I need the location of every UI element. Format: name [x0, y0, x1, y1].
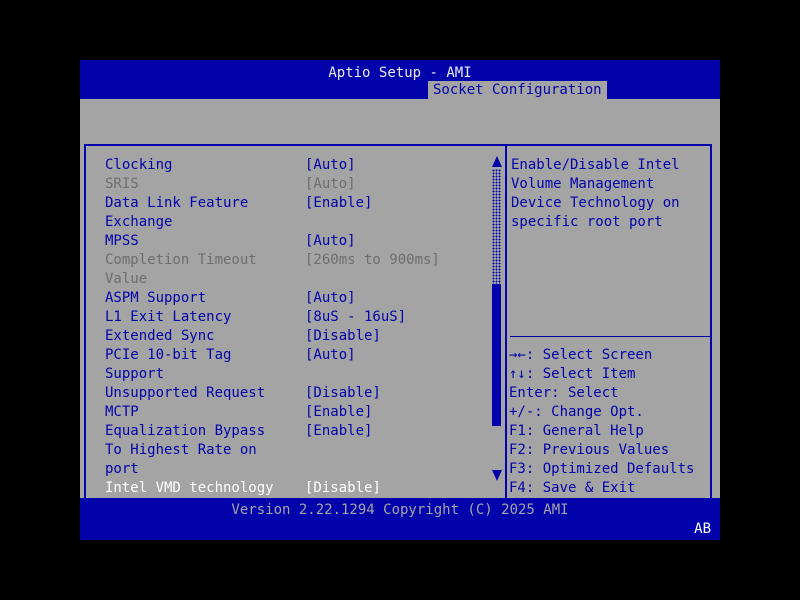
setting-row[interactable]: Unsupported Request [Disable] — [105, 384, 497, 403]
setting-row[interactable]: PCIe 10-bit Tag Support [Auto] — [105, 346, 497, 384]
setting-value: [Auto] — [305, 290, 356, 306]
setting-label: ASPM Support — [105, 290, 207, 306]
setting-row[interactable]: Equalization Bypass To Highest Rate on p… — [105, 422, 497, 479]
setting-label: Completion Timeout Value — [105, 252, 257, 287]
setup-window: Aptio Setup - AMI Socket Configuration C… — [80, 60, 720, 540]
setting-value: [Enable] — [305, 404, 373, 420]
setting-label: Intel VMD technology — [105, 480, 274, 496]
setting-value: [8uS - 16uS] — [305, 309, 407, 325]
legend-f4-save-exit: F4: Save & Exit — [509, 480, 636, 496]
setting-label: L1 Exit Latency — [105, 309, 232, 325]
setting-row[interactable]: MPSS [Auto] — [105, 232, 497, 251]
legend-f2-previous: F2: Previous Values — [509, 442, 670, 458]
setting-row[interactable]: ASPM Support [Auto] — [105, 289, 497, 308]
scrollbar-thumb[interactable] — [492, 284, 501, 426]
setting-label: MCTP — [105, 404, 139, 420]
setting-row[interactable]: Clocking [Auto] — [105, 156, 497, 175]
setting-row[interactable]: Extended Sync [Disable] — [105, 327, 497, 346]
setting-row[interactable]: L1 Exit Latency [8uS - 16uS] — [105, 308, 497, 327]
legend-f3-defaults: F3: Optimized Defaults — [509, 461, 695, 477]
setting-label: Data Link Feature Exchange — [105, 195, 249, 230]
legend-select-item: ↑↓: Select Item — [509, 366, 636, 382]
scrollbar-track[interactable] — [492, 169, 501, 284]
scrollbar[interactable] — [491, 156, 502, 494]
setting-value: [Auto] — [305, 176, 356, 192]
help-text: Enable/Disable Intel Volume Management D… — [511, 157, 680, 230]
help-separator — [510, 336, 710, 337]
scroll-up-icon[interactable] — [491, 156, 502, 167]
bios-screen: Aptio Setup - AMI Socket Configuration C… — [0, 0, 800, 600]
setting-label: Extended Sync — [105, 328, 215, 344]
setting-row[interactable]: Data Link Feature Exchange [Enable] — [105, 194, 497, 232]
setting-label: SRIS — [105, 176, 139, 192]
corner-code: AB — [694, 521, 711, 537]
setting-row[interactable]: Completion Timeout Value [260ms to 900ms… — [105, 251, 497, 289]
setting-label: Equalization Bypass To Highest Rate on p… — [105, 423, 266, 477]
pane-divider — [505, 144, 507, 523]
setting-value: [Enable] — [305, 195, 373, 211]
setting-label: MPSS — [105, 233, 139, 249]
key-legend: →←: Select Screen ↑↓: Select Item Enter:… — [509, 346, 709, 517]
setting-value: [Disable] — [305, 385, 381, 401]
page-title: Aptio Setup - AMI — [328, 65, 472, 81]
setting-value: [Disable] — [305, 480, 381, 496]
main-panel: Clocking [Auto] SRIS [Auto] Data Link Fe… — [80, 99, 720, 523]
setting-row-selected[interactable]: Intel VMD technology [Disable] — [105, 479, 497, 498]
setting-row[interactable]: MCTP [Enable] — [105, 403, 497, 422]
settings-list: Clocking [Auto] SRIS [Auto] Data Link Fe… — [105, 156, 497, 498]
setting-value: [Auto] — [305, 347, 356, 363]
scroll-down-icon[interactable] — [491, 470, 502, 481]
setting-row[interactable]: SRIS [Auto] — [105, 175, 497, 194]
tab-socket-configuration[interactable]: Socket Configuration — [428, 81, 607, 99]
setting-label: Clocking — [105, 157, 173, 173]
legend-enter-select: Enter: Select — [509, 385, 619, 401]
setting-label: PCIe 10-bit Tag Support — [105, 347, 232, 382]
setting-value: [260ms to 900ms] — [305, 252, 440, 268]
footer-bar: Version 2.22.1294 Copyright (C) 2025 AMI… — [80, 498, 720, 540]
setting-value: [Auto] — [305, 233, 356, 249]
scrollbar-track-empty — [492, 426, 501, 470]
setting-value: [Enable] — [305, 423, 373, 439]
setting-value: [Disable] — [305, 328, 381, 344]
version-text: Version 2.22.1294 Copyright (C) 2025 AMI — [231, 502, 569, 518]
setting-label: Unsupported Request — [105, 385, 266, 401]
title-bar: Aptio Setup - AMI Socket Configuration — [80, 60, 720, 99]
setting-value: [Auto] — [305, 157, 356, 173]
legend-select-screen: →←: Select Screen — [509, 347, 653, 363]
legend-f1-help: F1: General Help — [509, 423, 644, 439]
legend-change-opt: +/-: Change Opt. — [509, 404, 644, 420]
